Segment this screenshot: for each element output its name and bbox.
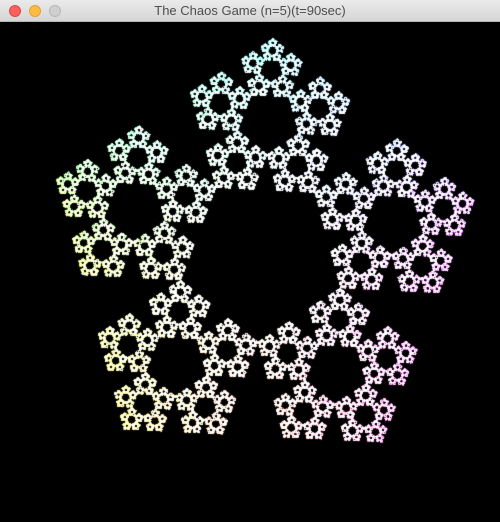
chaos-game-fractal [0, 22, 500, 522]
fractal-canvas-area [0, 22, 500, 522]
title-bar[interactable]: The Chaos Game (n=5)(t=90sec) [0, 0, 500, 22]
window-title: The Chaos Game (n=5)(t=90sec) [0, 3, 500, 18]
app-window: The Chaos Game (n=5)(t=90sec) [0, 0, 500, 522]
